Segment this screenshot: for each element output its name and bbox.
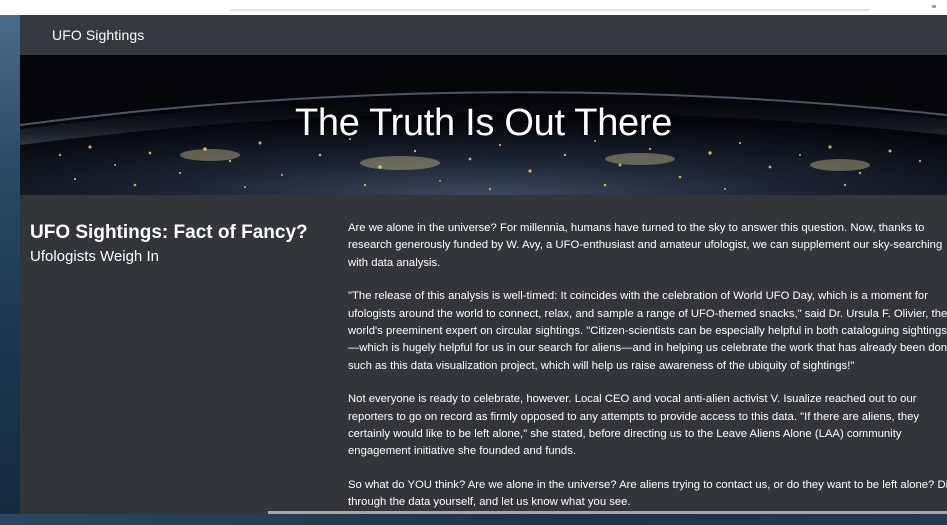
article-line: with data analysis. xyxy=(348,256,441,269)
article-line: world's preeminent expert on circular si… xyxy=(348,325,947,338)
window-control-icon[interactable] xyxy=(932,5,936,8)
article-paragraph: Not everyone is ready to celebrate, howe… xyxy=(348,391,947,461)
article-line: Not everyone is ready to celebrate, howe… xyxy=(348,393,917,406)
navbar-brand-link[interactable]: UFO Sightings xyxy=(52,27,144,43)
article-paragraph: So what do YOU think? Are we alone in th… xyxy=(348,477,947,512)
desktop-background-left xyxy=(0,0,20,525)
article-line: engagement initiative she founded and fu… xyxy=(348,445,576,458)
article-paragraph: "The release of this analysis is well-ti… xyxy=(348,288,947,375)
article-paragraph: Are we alone in the universe? For millen… xyxy=(348,220,947,272)
article-body: Are we alone in the universe? For millen… xyxy=(348,220,947,514)
navbar: UFO Sightings xyxy=(20,15,947,55)
article-line: So what do YOU think? Are we alone in th… xyxy=(348,478,947,491)
article-line: ufologists around the world to connect, … xyxy=(348,307,947,320)
content-section: UFO Sightings: Fact of Fancy? Ufologists… xyxy=(20,195,947,514)
hero-jumbotron: The Truth Is Out There xyxy=(20,55,947,195)
article-line: —which is hugely helpful for us in our s… xyxy=(348,342,947,355)
browser-viewport: UFO Sightings The Truth Is Out There UFO… xyxy=(20,15,947,514)
sidebar: UFO Sightings: Fact of Fancy? Ufologists… xyxy=(30,221,320,267)
article-line: "The release of this analysis is well-ti… xyxy=(348,290,928,303)
browser-top-bar xyxy=(0,0,947,15)
article-line: Are we alone in the universe? For millen… xyxy=(348,222,925,234)
article-line: such as this data visualization project,… xyxy=(348,359,855,372)
article-line: certainly would like to be left alone," … xyxy=(348,428,902,441)
article-line: research generously funded by W. Avy, a … xyxy=(348,239,943,252)
article-line: reporters to go on record as firmly oppo… xyxy=(348,410,920,423)
hero-title: The Truth Is Out There xyxy=(294,102,673,144)
desktop-background-bottom xyxy=(0,514,947,525)
sidebar-subheading: Ufologists Weigh In xyxy=(30,248,159,265)
address-bar-edge xyxy=(230,9,870,11)
article-line: through the data yourself, and let us kn… xyxy=(348,496,631,509)
sidebar-heading: UFO Sightings: Fact of Fancy? xyxy=(30,222,308,243)
